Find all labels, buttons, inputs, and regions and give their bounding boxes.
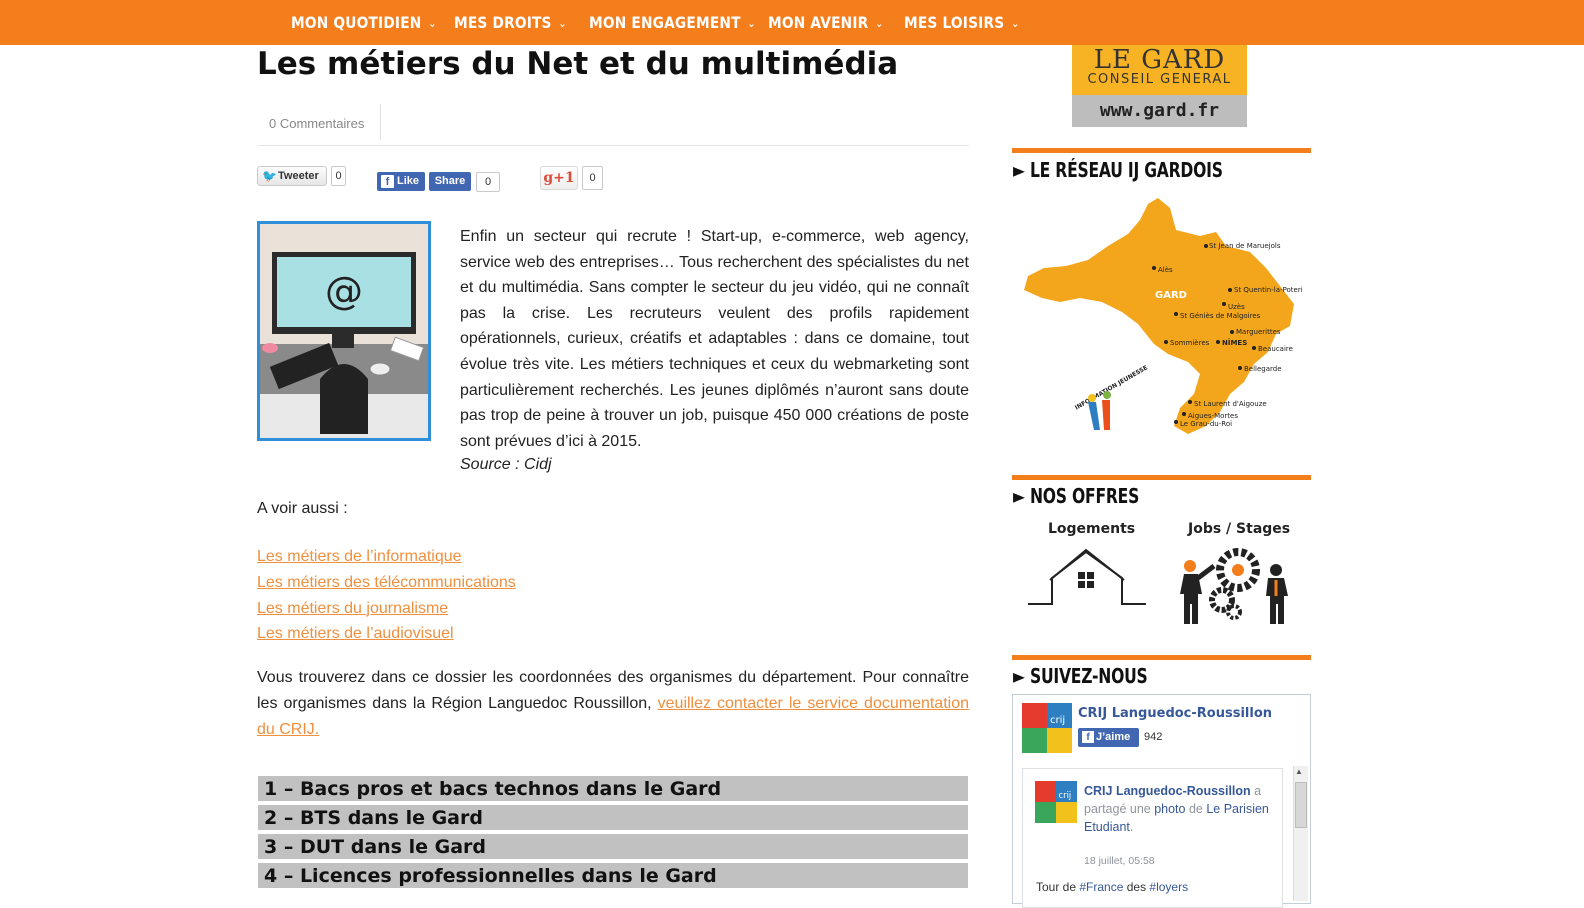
tweet-button[interactable]: 🐦 Tweeter xyxy=(257,166,327,186)
facebook-share-button[interactable]: Share xyxy=(429,172,471,191)
widget-bar xyxy=(1012,475,1311,480)
logo-url: www.gard.fr xyxy=(1072,95,1247,127)
offer-logements-label[interactable]: Logements xyxy=(1048,521,1135,537)
gears-workers-icon[interactable] xyxy=(1180,544,1290,628)
post-author-link[interactable]: CRIJ Languedoc-Roussillon xyxy=(1084,784,1251,798)
chevron-down-icon: ⌄ xyxy=(428,17,437,30)
comments-count-link[interactable]: 0 Commentaires xyxy=(257,104,381,140)
page-title: Les métiers du Net et du multimédia xyxy=(257,46,899,82)
chevron-down-icon: ⌄ xyxy=(1011,17,1020,30)
nav-label: MES DROITS xyxy=(454,13,552,32)
gard-conseil-general-logo[interactable]: LE GARD CONSEIL GENERAL www.gard.fr xyxy=(1072,45,1247,127)
scrollbar-thumb[interactable] xyxy=(1295,782,1307,828)
svg-text:Le Grau-du-Roi: Le Grau-du-Roi xyxy=(1180,420,1232,428)
svg-text:Beaucaire: Beaucaire xyxy=(1258,345,1293,353)
svg-text:Sommières: Sommières xyxy=(1170,339,1210,347)
gard-map[interactable]: St Jean de Maruejols Alès St Quentin-la-… xyxy=(1018,194,1307,444)
facebook-icon: f xyxy=(1082,731,1094,743)
svg-text:Alès: Alès xyxy=(1158,266,1173,274)
google-plus-count: 0 xyxy=(582,166,603,190)
chevron-down-icon: ⌄ xyxy=(747,17,756,30)
svg-text:Bellegarde: Bellegarde xyxy=(1244,365,1282,373)
nav-item-mes-loisirs[interactable]: MES LOISIRS ⌄ xyxy=(904,0,1019,45)
link-metiers-telecommunications[interactable]: Les métiers des télécommunications xyxy=(257,570,516,596)
article-source: Source : Cidj xyxy=(460,456,552,473)
link-metiers-audiovisuel[interactable]: Les métiers de l’audiovisuel xyxy=(257,621,516,647)
accordion-dut[interactable]: 3 – DUT dans le Gard xyxy=(257,833,969,860)
link-metiers-informatique[interactable]: Les métiers de l’informatique xyxy=(257,544,516,570)
logo-line2: CONSEIL GENERAL xyxy=(1087,72,1232,87)
information-jeunesse-logo: INFORMATION JEUNESSE xyxy=(1074,364,1149,430)
accordion-bacs-pros[interactable]: 1 – Bacs pros et bacs technos dans le Ga… xyxy=(257,775,969,802)
facebook-like-count: 942 xyxy=(1144,731,1163,743)
svg-text:St Laurent d'Aigouze: St Laurent d'Aigouze xyxy=(1194,400,1267,408)
scroll-up-arrow-icon[interactable]: ▲ xyxy=(1295,767,1303,776)
chevron-down-icon: ⌄ xyxy=(875,17,884,30)
svg-text:NÎMES: NÎMES xyxy=(1222,338,1247,347)
facebook-like-button[interactable]: f Like xyxy=(377,172,425,191)
see-also-links: Les métiers de l’informatique Les métier… xyxy=(257,544,516,647)
crij-post-avatar[interactable]: crij xyxy=(1035,781,1077,823)
facebook-jaime-button[interactable]: f J’aime xyxy=(1078,728,1139,747)
post-photo-link[interactable]: photo xyxy=(1154,802,1185,816)
see-also-label: A voir aussi : xyxy=(257,500,348,517)
nav-item-mon-engagement[interactable]: MON ENGAGEMENT ⌄ xyxy=(589,0,756,45)
suivez-widget-title: ► SUIVEZ-NOUS xyxy=(1013,664,1148,688)
widget-bar xyxy=(1012,148,1311,153)
article-contact-paragraph: Vous trouverez dans ce dossier les coord… xyxy=(257,665,969,743)
link-metiers-journalisme[interactable]: Les métiers du journalisme xyxy=(257,596,516,622)
logo-line1: LE GARD xyxy=(1093,45,1226,75)
facebook-icon: f xyxy=(381,175,394,188)
svg-text:crij: crij xyxy=(1050,715,1065,726)
accordion-licences-pro[interactable]: 4 – Licences professionnelles dans le Ga… xyxy=(257,862,969,889)
hashtag-link[interactable]: #loyers xyxy=(1149,880,1188,894)
nav-item-mon-quotidien[interactable]: MON QUOTIDIEN ⌄ xyxy=(291,0,436,45)
nav-label: MON ENGAGEMENT xyxy=(589,13,741,32)
reseau-widget-title: ► LE RÉSEAU IJ GARDOIS xyxy=(1013,158,1223,182)
computer-illustration-image: @ xyxy=(257,221,431,441)
nav-label: MES LOISIRS xyxy=(904,13,1005,32)
post-date[interactable]: 18 juillet, 05:58 xyxy=(1084,855,1155,867)
house-icon[interactable] xyxy=(1026,546,1148,608)
svg-text:INFORMATION JEUNESSE: INFORMATION JEUNESSE xyxy=(1074,364,1149,411)
post-body-text: Tour de #France des #loyers xyxy=(1036,880,1189,894)
accordion-bts[interactable]: 2 – BTS dans le Gard xyxy=(257,804,969,831)
crij-avatar[interactable]: crij xyxy=(1022,703,1072,753)
jaime-label: J’aime xyxy=(1096,731,1131,743)
svg-text:St Jean de Maruejols: St Jean de Maruejols xyxy=(1209,242,1281,250)
nav-label: MON QUOTIDIEN xyxy=(291,13,422,32)
article-intro: Enfin un secteur qui recrute ! Start-up,… xyxy=(460,228,969,450)
tweet-count: 0 xyxy=(331,166,346,186)
svg-text:Marguerittes: Marguerittes xyxy=(1236,328,1281,336)
svg-text:St Géniès de Malgoires: St Géniès de Malgoires xyxy=(1180,312,1261,320)
nav-item-mes-droits[interactable]: MES DROITS ⌄ xyxy=(454,0,567,45)
twitter-bird-icon: 🐦 xyxy=(262,169,277,183)
svg-text:St Quentin-la-Poterie: St Quentin-la-Poterie xyxy=(1234,286,1303,294)
offres-widget-title: ► NOS OFFRES xyxy=(1013,484,1140,508)
nav-item-mon-avenir[interactable]: MON AVENIR ⌄ xyxy=(768,0,883,45)
svg-text:Aigues-Mortes: Aigues-Mortes xyxy=(1188,412,1238,420)
facebook-share-count: 0 xyxy=(476,172,500,192)
nav-label: MON AVENIR xyxy=(768,13,869,32)
offer-jobs-label[interactable]: Jobs / Stages xyxy=(1188,521,1290,537)
tweet-label: Tweeter xyxy=(278,170,319,182)
svg-text:Uzès: Uzès xyxy=(1228,303,1245,311)
facebook-page-name-link[interactable]: CRIJ Languedoc-Roussillon xyxy=(1078,706,1272,721)
svg-text:crij: crij xyxy=(1059,790,1072,800)
hashtag-link[interactable]: #France xyxy=(1079,880,1123,894)
at-symbol: @ xyxy=(325,269,363,313)
like-label: Like xyxy=(397,175,420,187)
top-navigation: MON QUOTIDIEN ⌄ MES DROITS ⌄ MON ENGAGEMEN… xyxy=(0,0,1584,45)
google-plus-button[interactable]: g+1 xyxy=(540,166,578,190)
divider xyxy=(257,145,969,146)
map-region-label: GARD xyxy=(1155,290,1187,301)
facebook-post-text: CRIJ Languedoc-Roussillon a partagé une … xyxy=(1084,784,1269,834)
chevron-down-icon: ⌄ xyxy=(558,17,567,30)
widget-bar xyxy=(1012,655,1311,660)
